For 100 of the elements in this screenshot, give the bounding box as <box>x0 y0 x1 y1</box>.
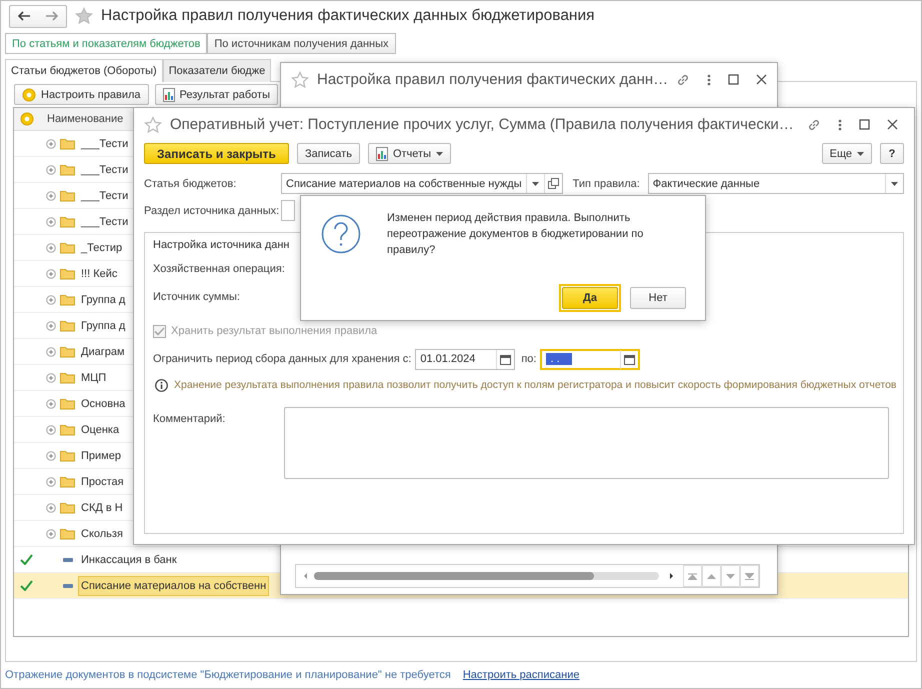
report-icon <box>162 88 175 102</box>
expand-icon <box>46 398 56 408</box>
checkmark-icon <box>154 326 165 336</box>
window-title: Настройка правил получения фактических данн… <box>317 71 668 88</box>
open-form-icon <box>548 178 559 189</box>
toolbar-button[interactable]: Записать и закрыть <box>144 143 289 164</box>
checkbox-label: Хранить результат выполнения правила <box>171 325 378 337</box>
source-section-field[interactable] <box>281 200 295 221</box>
folder-icon <box>60 528 75 540</box>
more-icon <box>707 74 712 86</box>
folder-icon <box>60 190 75 202</box>
tree-item[interactable]: Скользя <box>78 524 126 544</box>
folder-icon <box>60 242 75 254</box>
star-icon <box>144 116 162 134</box>
tab[interactable]: Статьи бюджетов (Обороты) <box>5 59 163 82</box>
comment-field[interactable] <box>284 407 889 479</box>
view-switch-button[interactable]: По источникам получения данных <box>207 33 396 54</box>
expand-icon <box>46 320 56 330</box>
folder-icon <box>60 424 75 436</box>
maximize-icon <box>728 74 740 85</box>
page-title: Настройка правил получения фактических данных бюджетирования <box>101 7 595 25</box>
toolbar-button[interactable]: Отчеты <box>368 143 451 164</box>
folder-icon <box>60 398 75 410</box>
report-icon <box>376 146 388 160</box>
dialog-message: Изменен период действия правила. Выполнить переотражение документов в бюджетировании по правилу? <box>387 211 644 258</box>
toolbar-button[interactable]: Записать <box>296 143 360 164</box>
tree-item[interactable]: Оценка <box>78 420 122 440</box>
expand-icon <box>46 138 56 148</box>
field-label: Комментарий: <box>153 412 226 427</box>
tree-item[interactable]: Пример <box>78 446 124 466</box>
move-up-button[interactable] <box>702 565 721 587</box>
link-icon <box>676 72 690 86</box>
folder-icon <box>60 138 75 150</box>
dash-icon <box>62 584 72 588</box>
toolbar-button[interactable]: Настроить правила <box>14 84 149 105</box>
tree-item[interactable]: МЦП <box>78 368 110 388</box>
back-arrow-icon <box>17 11 31 21</box>
move-first-button[interactable] <box>683 565 702 587</box>
info-icon <box>155 378 168 392</box>
tree-item[interactable]: ___Тести <box>78 160 132 180</box>
budget-item-field[interactable]: Списание материалов на собственные нужды <box>281 173 563 194</box>
move-last-button[interactable] <box>740 565 759 587</box>
tree-item[interactable]: Группа д <box>78 316 128 336</box>
folder-icon <box>60 372 75 384</box>
field-label: Статья бюджетов: <box>144 178 238 190</box>
column-header: Наименование <box>46 113 124 125</box>
expand-icon <box>46 346 56 356</box>
tree-item[interactable]: СКД в Н <box>78 498 126 518</box>
expand-icon <box>46 528 56 538</box>
expand-icon <box>46 502 56 512</box>
tree-item[interactable]: _Тестир <box>78 238 126 258</box>
dialog-button[interactable]: Да <box>562 287 618 309</box>
date-field[interactable]: . . <box>540 348 640 370</box>
check-icon <box>20 554 32 565</box>
dash-icon <box>62 558 72 562</box>
tree-item[interactable]: Инкассация в банк <box>78 550 180 570</box>
expand-icon <box>46 242 56 252</box>
tree-item[interactable]: Основна <box>78 394 128 414</box>
expand-icon <box>46 268 56 278</box>
folder-icon <box>60 476 75 488</box>
dialog-button[interactable]: Нет <box>630 287 686 309</box>
expand-icon <box>46 372 56 382</box>
folder-icon <box>60 164 75 176</box>
close-icon <box>887 119 898 130</box>
info-text: Хранение результата выполнения правила позволит получить доступ к полям регистратора и повысит скорость формирования бюджетных отчетов <box>174 379 897 391</box>
expand-icon <box>46 424 56 434</box>
caret-icon <box>436 152 443 156</box>
tree-item[interactable]: ___Тести <box>78 186 132 206</box>
expand-icon <box>46 216 56 226</box>
tree-item[interactable]: Группа д <box>78 290 128 310</box>
tree-item[interactable]: ___Тести <box>78 212 132 232</box>
tree-item[interactable]: !!! Кейс <box>78 264 120 284</box>
more-button[interactable]: Еще <box>822 143 872 164</box>
tree-item[interactable]: Простая <box>78 472 127 492</box>
expand-icon <box>46 164 56 174</box>
tree-item[interactable]: Диаграм <box>78 342 128 362</box>
date-field[interactable]: 01.01.2024 <box>415 348 516 370</box>
close-icon <box>756 74 768 85</box>
caret-icon <box>891 182 898 186</box>
forward-arrow-icon <box>45 11 59 21</box>
move-down-icon <box>726 572 735 580</box>
field-label: Хозяйственная операция: <box>153 263 285 275</box>
group-title: Настройка источника данн <box>153 238 290 253</box>
calendar-icon <box>624 354 636 364</box>
move-first-icon <box>688 572 697 580</box>
move-down-button[interactable] <box>721 565 740 587</box>
star-icon <box>291 70 309 88</box>
folder-icon <box>60 450 75 462</box>
move-up-icon <box>707 572 716 580</box>
tree-item[interactable]: Списание материалов на собственн <box>78 576 270 596</box>
question-icon <box>321 214 361 254</box>
expand-icon <box>46 190 56 200</box>
status-text: Отражение документов в подсистеме "Бюджетирование и планирование" не требуется <box>5 669 451 681</box>
tree-item[interactable]: ___Тести <box>78 134 132 154</box>
check-icon <box>20 580 32 591</box>
schedule-link[interactable]: Настроить расписание <box>462 669 580 681</box>
help-button[interactable]: ? <box>880 143 904 164</box>
tab[interactable]: Показатели бюдже <box>162 59 272 82</box>
toolbar-button[interactable]: Результат работы <box>154 84 278 105</box>
rule-type-field[interactable]: Фактические данные <box>648 173 904 194</box>
